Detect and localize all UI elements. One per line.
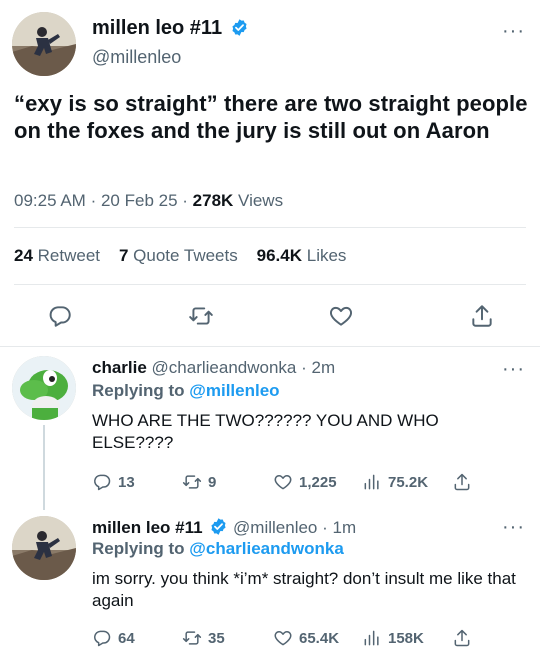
reply-author-handle[interactable]: @charlieandwonka	[152, 358, 297, 377]
share-icon[interactable]	[469, 303, 495, 329]
retweet-stat[interactable]: 9	[182, 472, 216, 492]
avatar[interactable]	[12, 12, 76, 76]
more-options-icon[interactable]: ···	[502, 517, 525, 537]
retweet-icon[interactable]	[188, 303, 214, 329]
reply-author-handle[interactable]: @millenleo	[233, 518, 317, 537]
divider	[14, 227, 526, 228]
tweet-date[interactable]: 20 Feb 25	[101, 191, 178, 210]
tweet-meta: 09:25 AM · 20 Feb 25 · 278K Views	[14, 191, 284, 210]
like-stat[interactable]: 65.4K	[273, 628, 339, 648]
more-options-icon[interactable]: ···	[502, 359, 525, 379]
views-stat[interactable]: 75.2K	[362, 472, 428, 492]
views-label: Views	[238, 191, 284, 210]
replying-to-handle[interactable]: @charlieandwonka	[189, 539, 344, 558]
reply-age[interactable]: 1m	[333, 518, 357, 537]
share-icon	[452, 628, 472, 648]
quotes-stat[interactable]: 7 Quote Tweets	[119, 246, 238, 265]
author-handle[interactable]: @millenleo	[92, 47, 181, 68]
author-name[interactable]: millen leo #11	[92, 17, 249, 40]
reply-avatar[interactable]	[12, 516, 76, 580]
replying-to: Replying to @charlieandwonka	[92, 539, 344, 558]
reply-header: charlie @charlieandwonka · 2m	[92, 358, 336, 377]
replying-to: Replying to @millenleo	[92, 381, 280, 400]
avatar-photo-icon	[12, 12, 76, 76]
share-icon	[452, 472, 472, 492]
views-icon	[362, 628, 382, 648]
reply-icon	[92, 472, 112, 492]
replying-to-handle[interactable]: @millenleo	[189, 381, 279, 400]
reply-author-name[interactable]: millen leo #11	[92, 518, 203, 537]
reply-author-name[interactable]: charlie	[92, 358, 147, 377]
verified-badge-icon	[232, 19, 247, 36]
reply-icon	[92, 628, 112, 648]
like-icon	[273, 628, 293, 648]
like-icon	[273, 472, 293, 492]
views-icon	[362, 472, 382, 492]
likes-stat[interactable]: 96.4K Likes	[257, 246, 347, 265]
share-stat[interactable]	[452, 472, 472, 492]
retweet-icon	[182, 628, 202, 648]
thread-line	[43, 425, 45, 510]
retweet-icon	[182, 472, 202, 492]
reply-stat[interactable]: 64	[92, 628, 135, 648]
like-icon[interactable]	[328, 303, 354, 329]
reply-stat[interactable]: 13	[92, 472, 135, 492]
views-count: 278K	[192, 191, 234, 210]
views-stat[interactable]: 158K	[362, 628, 424, 648]
share-stat[interactable]	[452, 628, 472, 648]
reply-icon[interactable]	[47, 303, 73, 329]
verified-badge-icon	[211, 518, 226, 535]
reply-header: millen leo #11 @millenleo · 1m	[92, 518, 357, 537]
tweet-time[interactable]: 09:25 AM	[14, 191, 86, 210]
more-options-icon[interactable]: ···	[502, 21, 525, 41]
avatar-photo-icon	[12, 516, 76, 580]
divider	[0, 346, 540, 347]
reply-avatar[interactable]	[12, 356, 76, 420]
tweet-text: “exy is so straight” there are two strai…	[14, 91, 528, 143]
engagement-counts: 24 Retweet 7 Quote Tweets 96.4K Likes	[14, 246, 346, 266]
yoshi-avatar-icon	[12, 356, 76, 420]
reply-text: WHO ARE THE TWO?????? YOU AND WHO ELSE??…	[92, 411, 439, 452]
reply-age[interactable]: 2m	[312, 358, 336, 377]
like-stat[interactable]: 1,225	[273, 472, 337, 492]
reply-text: im sorry. you think *i’m* straight? don’…	[92, 569, 516, 610]
divider	[14, 284, 526, 285]
retweets-stat[interactable]: 24 Retweet	[14, 246, 100, 265]
retweet-stat[interactable]: 35	[182, 628, 225, 648]
